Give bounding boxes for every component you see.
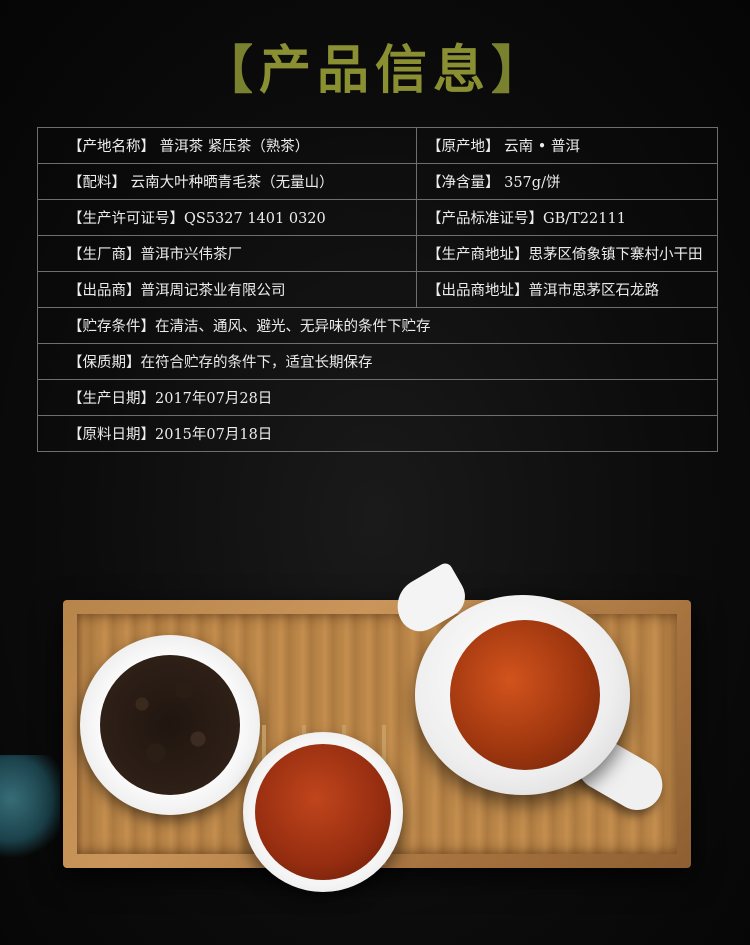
title-left-bracket: 【 [200, 40, 259, 101]
info-cell: 【出品商】普洱周记茶业有限公司 [37, 271, 417, 308]
tea-photo [0, 470, 750, 945]
info-cell: 【产品标准证号】GB/T22111 [416, 199, 718, 236]
info-cell: 【生产商地址】思茅区倚象镇下寨村小干田 [416, 235, 718, 272]
info-cell: 【生厂商】普洱市兴伟茶厂 [37, 235, 417, 272]
tea-leaf-bowl [80, 635, 260, 815]
table-row: 【生产日期】2017年07月28日 [37, 379, 718, 416]
table-row: 【产地名称】 普洱茶 紧压茶（熟茶） 【原产地】 云南 • 普洱 [37, 127, 718, 164]
table-row: 【配料】 云南大叶种晒青毛茶（无量山） 【净含量】 357g/饼 [37, 163, 718, 200]
info-cell: 【原产地】 云南 • 普洱 [416, 127, 718, 164]
info-cell: 【产地名称】 普洱茶 紧压茶（熟茶） [37, 127, 417, 164]
info-cell: 【原料日期】2015年07月18日 [37, 415, 718, 452]
tea-leaves [100, 655, 240, 795]
product-info-table: 【产地名称】 普洱茶 紧压茶（熟茶） 【原产地】 云南 • 普洱 【配料】 云南… [37, 127, 718, 452]
info-cell: 【出品商地址】普洱市思茅区石龙路 [416, 271, 718, 308]
info-cell: 【生产许可证号】QS5327 1401 0320 [37, 199, 417, 236]
table-row: 【贮存条件】在清洁、通风、避光、无异味的条件下贮存 [37, 307, 718, 344]
flower-decoration [0, 755, 60, 865]
info-cell: 【保质期】在符合贮存的条件下，适宜长期保存 [37, 343, 718, 380]
title-text: 产品信息 [258, 40, 491, 101]
pitcher-tea [450, 620, 600, 770]
tea-cup [243, 732, 403, 892]
info-cell: 【配料】 云南大叶种晒青毛茶（无量山） [37, 163, 417, 200]
table-row: 【出品商】普洱周记茶业有限公司 【出品商地址】普洱市思茅区石龙路 [37, 271, 718, 308]
info-cell: 【贮存条件】在清洁、通风、避光、无异味的条件下贮存 [37, 307, 718, 344]
title-right-bracket: 】 [491, 40, 550, 101]
page-title: 【产品信息】 [0, 28, 750, 103]
tea-liquid [255, 744, 391, 880]
tea-pitcher [387, 560, 672, 820]
info-cell: 【生产日期】2017年07月28日 [37, 379, 718, 416]
table-row: 【生产许可证号】QS5327 1401 0320 【产品标准证号】GB/T221… [37, 199, 718, 236]
table-row: 【原料日期】2015年07月18日 [37, 415, 718, 452]
table-row: 【保质期】在符合贮存的条件下，适宜长期保存 [37, 343, 718, 380]
info-cell: 【净含量】 357g/饼 [416, 163, 718, 200]
table-row: 【生厂商】普洱市兴伟茶厂 【生产商地址】思茅区倚象镇下寨村小干田 [37, 235, 718, 272]
